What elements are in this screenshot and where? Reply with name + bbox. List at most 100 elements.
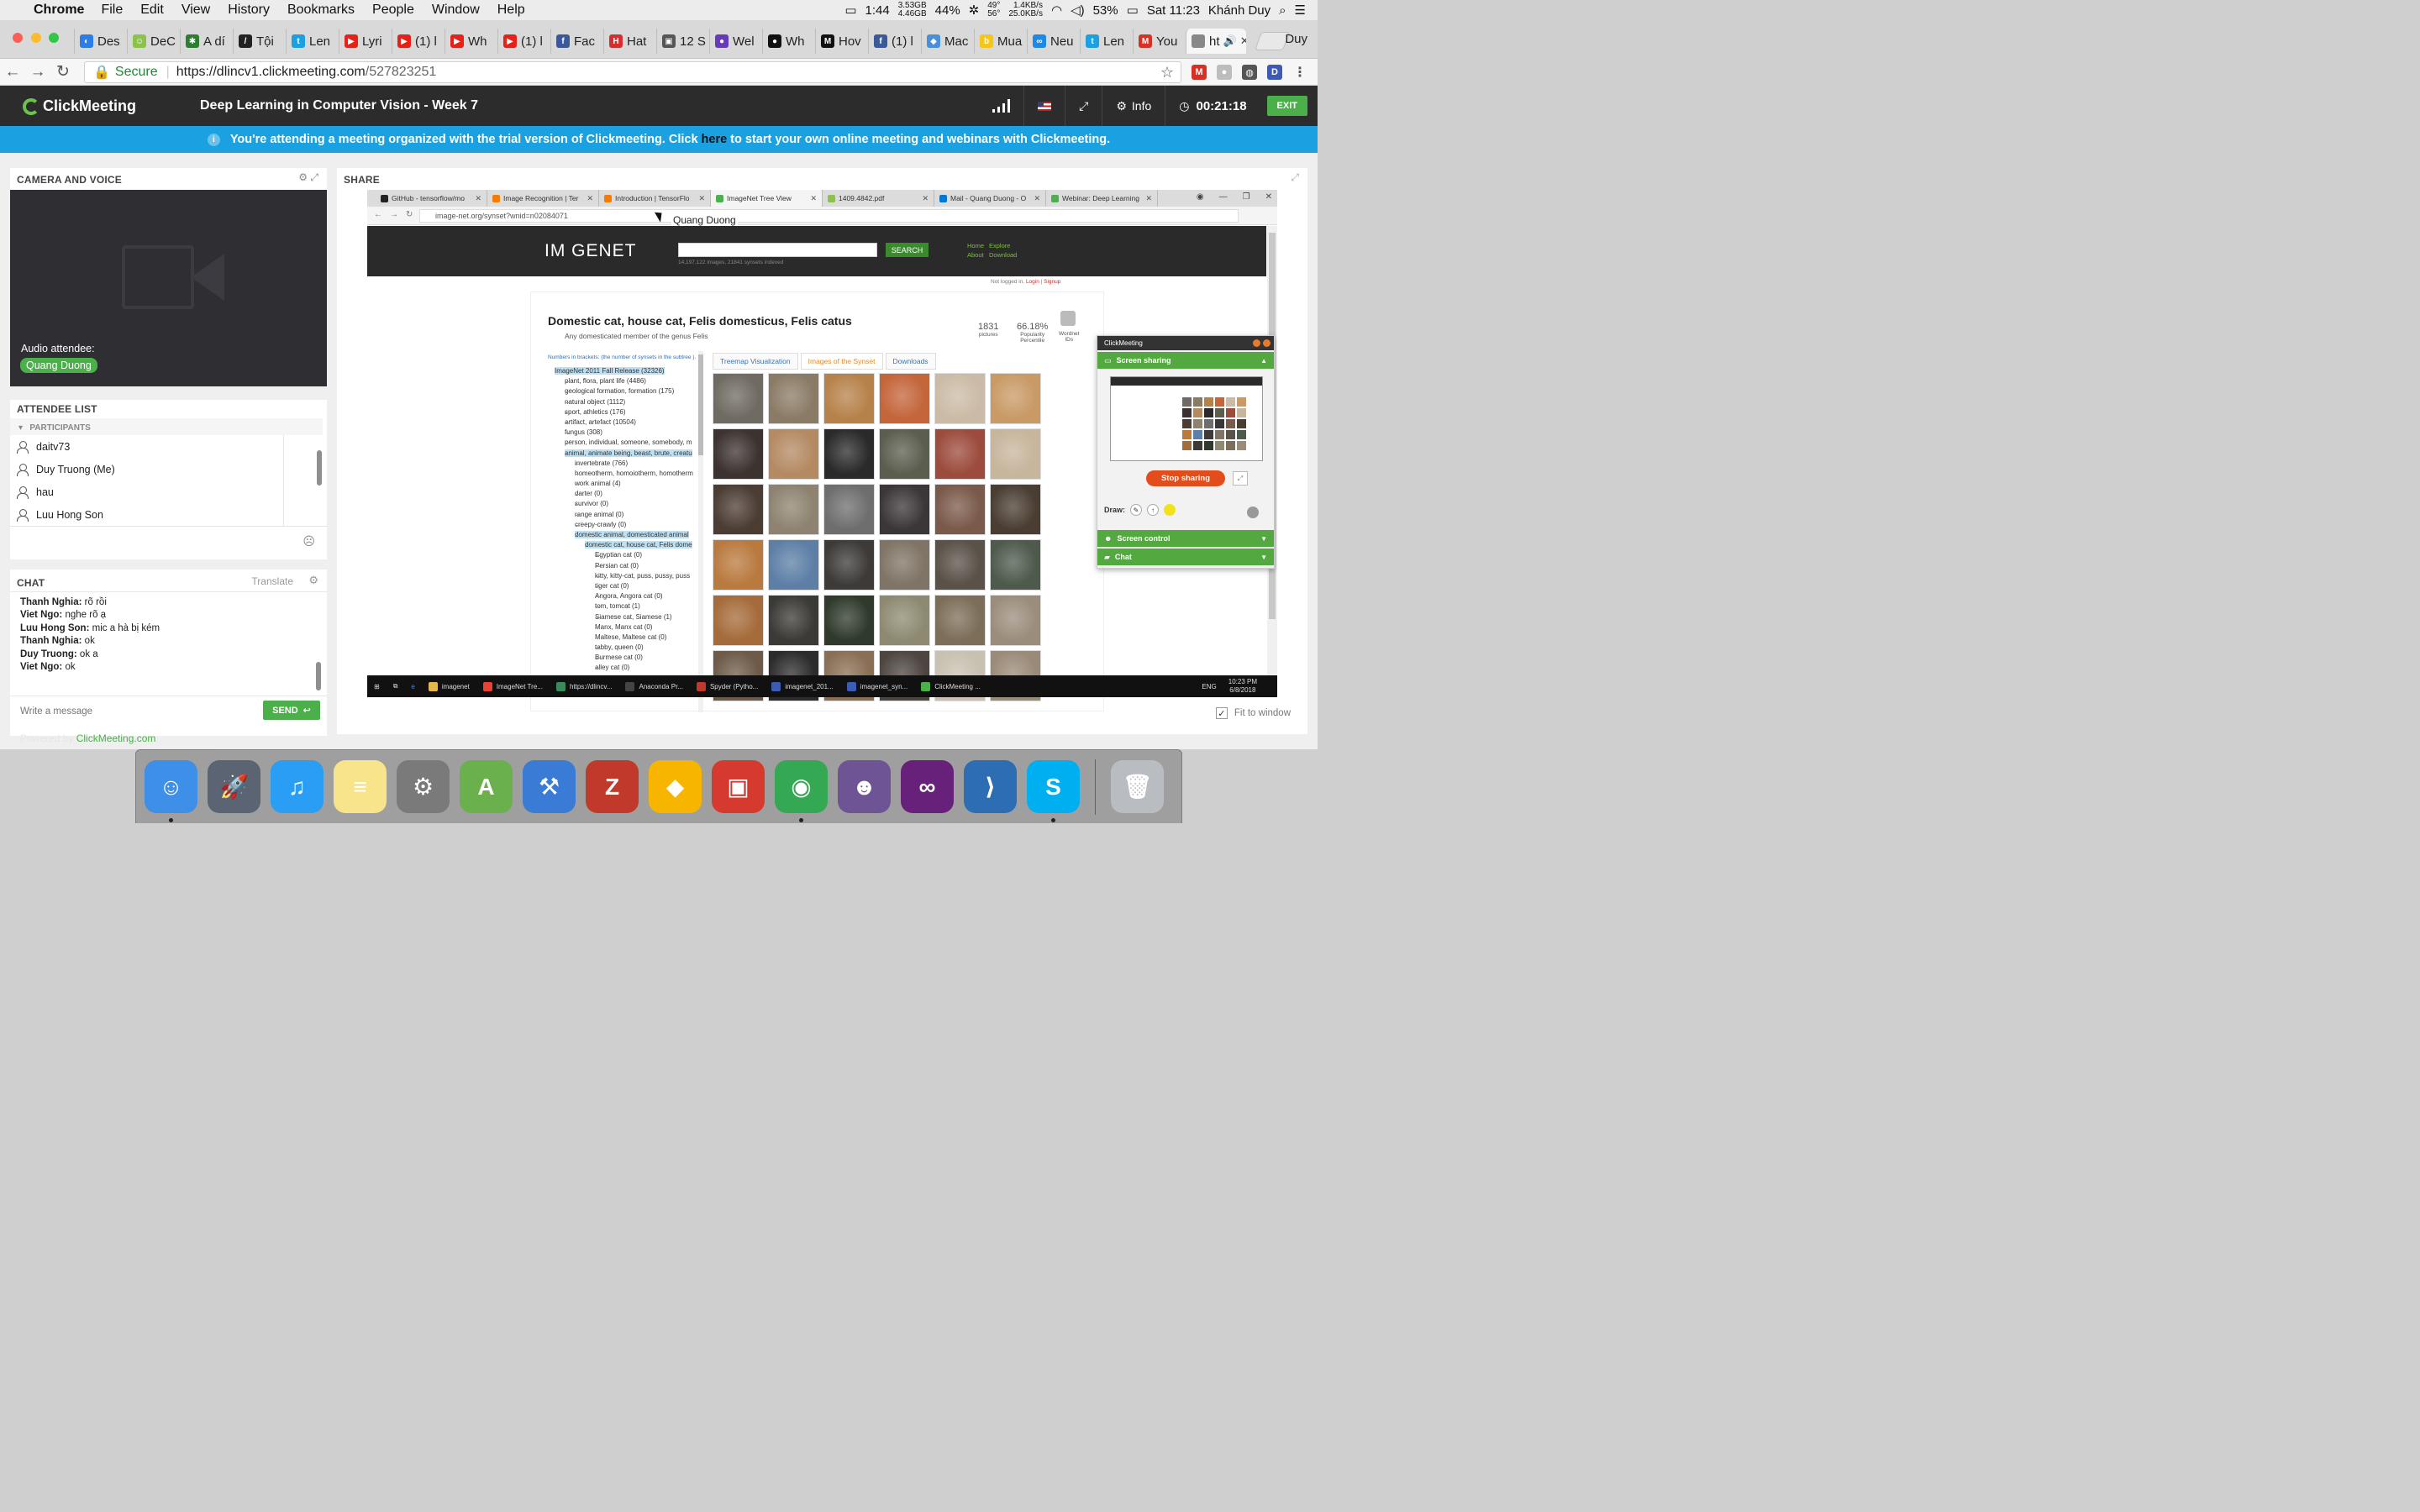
bulb-extension-icon[interactable]: ◍ [1242,65,1257,80]
volume-icon[interactable]: ◁) [1071,3,1085,18]
fit-to-window-option[interactable]: ✓ Fit to window [1215,707,1291,719]
attendee-row[interactable]: daitv73 [10,435,283,458]
extension-dot-icon[interactable]: ● [1217,65,1232,80]
filezilla-icon[interactable]: Z [586,760,639,813]
menu-people[interactable]: People [372,3,414,18]
attendee-row[interactable]: Luu Hong Son [10,503,283,526]
browser-tab[interactable]: ∞ Neu [1027,29,1080,54]
window-zoom-button[interactable] [49,33,59,43]
lock-icon[interactable]: 🔒 [93,64,110,81]
exit-button[interactable]: EXIT [1266,96,1307,116]
browser-tab[interactable]: ● Wh [762,29,815,54]
browser-tab[interactable]: ▶ (1) l [392,29,445,54]
participants-group-header[interactable]: ▾ PARTICIPANTS [10,418,323,435]
skype-icon[interactable]: S [1027,760,1080,822]
browser-tab[interactable]: H Hat [603,29,656,54]
menu-app-name[interactable]: Chrome [34,3,84,18]
chrome-profile-button[interactable]: Duy [1285,32,1307,46]
browser-tab[interactable]: f (1) l [868,29,921,54]
browser-tab[interactable]: ◐ Des [74,29,127,54]
browser-tab[interactable]: M Hov [815,29,868,54]
chrome-menu-icon[interactable]: ⋮ [1292,65,1307,80]
memory-stat[interactable]: 3.53GB 4.46GB [898,2,927,18]
parallels-icon[interactable]: ▣ [712,760,765,813]
browser-tab[interactable]: ▶ Wh [445,29,497,54]
tab-audio-icon[interactable]: 🔊 [1223,34,1237,48]
menu-window[interactable]: Window [432,3,480,18]
fullscreen-button[interactable]: ⤢ [1065,86,1102,126]
fan-icon[interactable]: ✲ [969,3,980,18]
browser-tab[interactable]: ◆ Mac [921,29,974,54]
attendee-row[interactable]: hau [10,480,283,503]
android-studio-icon[interactable]: A [460,760,513,813]
network-stat[interactable]: 1.4KB/s 25.0KB/s [1008,2,1043,18]
info-button[interactable]: ⚙ Info [1102,86,1165,126]
tab-close-icon[interactable]: ✕ [1240,34,1246,48]
launchpad-icon[interactable]: 🚀 [208,760,260,813]
browser-tab[interactable]: / Tội [233,29,286,54]
camera-expand-icon[interactable]: ⤢ [310,171,318,183]
browser-tab[interactable]: f Fac [550,29,603,54]
menu-bookmarks[interactable]: Bookmarks [287,3,355,18]
camera-settings-icon[interactable]: ⚙ [298,171,308,183]
wifi-icon[interactable]: ◠ [1051,3,1062,18]
github-desktop-icon[interactable]: ☻ [838,760,891,813]
battery-icon[interactable]: ▭ [1127,3,1139,18]
fit-to-window-checkbox[interactable]: ✓ [1215,707,1228,719]
bookmark-star-icon[interactable]: ☆ [1160,64,1174,81]
powered-by-link[interactable]: ClickMeeting.com [76,732,156,744]
d-extension-icon[interactable]: D [1267,65,1282,80]
chat-scrollbar[interactable] [316,662,321,690]
browser-tab[interactable]: ☺ DeC [127,29,180,54]
xcode-icon[interactable]: ⚒ [523,760,576,813]
menu-file[interactable]: File [101,3,123,18]
banner-here-link[interactable]: here [702,133,728,146]
finder-icon[interactable]: ☺ [145,760,197,822]
temperature-stat[interactable]: 49° 56° [987,2,1000,18]
cpu-usage[interactable]: 44% [935,3,960,18]
vscode-icon[interactable]: ⟩ [964,760,1017,813]
browser-tab[interactable]: t Len [1080,29,1133,54]
forward-icon[interactable]: → [25,63,50,81]
connection-signal-button[interactable] [979,86,1023,126]
battery-small-icon[interactable]: ▭ [844,3,856,18]
menu-view[interactable]: View [182,3,210,18]
menu-edit[interactable]: Edit [140,3,164,18]
window-minimize-button[interactable] [31,33,41,43]
chat-settings-icon[interactable]: ⚙ [308,574,318,587]
menu-help[interactable]: Help [497,3,525,18]
notification-center-icon[interactable]: ☰ [1295,3,1306,18]
chat-message-input[interactable] [20,706,255,717]
reload-icon[interactable]: ↻ [50,62,76,81]
share-expand-icon[interactable]: ⤢ [1291,171,1299,184]
attendee-row[interactable]: Duy Truong (Me) [10,458,283,480]
translate-link[interactable]: Translate [251,575,293,587]
emoji-icon[interactable]: ☹ [302,534,315,549]
send-button[interactable]: SEND ↩ [263,701,320,720]
browser-tab[interactable]: ▶ (1) l [497,29,550,54]
window-close-button[interactable] [13,33,23,43]
browser-tab[interactable]: t Len [286,29,339,54]
spotlight-search-icon[interactable]: ⌕ [1279,3,1286,18]
menu-history[interactable]: History [228,3,270,18]
browser-tab[interactable]: ▣ 12 S [656,29,709,54]
browser-tab[interactable]: ht🔊✕ [1186,29,1246,54]
browser-tab[interactable]: ✱ A dí [180,29,233,54]
system-preferences-icon[interactable]: ⚙ [397,760,450,813]
menubar-datetime[interactable]: Sat 11:23 [1147,3,1200,18]
chrome-icon[interactable]: ◉ [775,760,828,822]
battery-percent[interactable]: 53% [1093,3,1118,18]
browser-tab[interactable]: b Mua [974,29,1027,54]
browser-tab[interactable]: ▶ Lyri [339,29,392,54]
battery-time[interactable]: 1:44 [865,3,890,18]
itunes-icon[interactable]: ♫ [271,760,324,813]
browser-tab[interactable]: ● Wel [709,29,762,54]
sketch-icon[interactable]: ◆ [649,760,702,813]
back-icon[interactable]: ← [0,63,25,81]
gmail-extension-icon[interactable]: M [1192,65,1207,80]
browser-tab[interactable]: M You [1133,29,1186,54]
visual-studio-icon[interactable]: ∞ [901,760,954,813]
menubar-user[interactable]: Khánh Duy [1208,3,1270,18]
address-bar[interactable]: 🔒 Secure | https://dlincv1.clickmeeting.… [84,61,1181,83]
language-button[interactable] [1023,86,1065,126]
